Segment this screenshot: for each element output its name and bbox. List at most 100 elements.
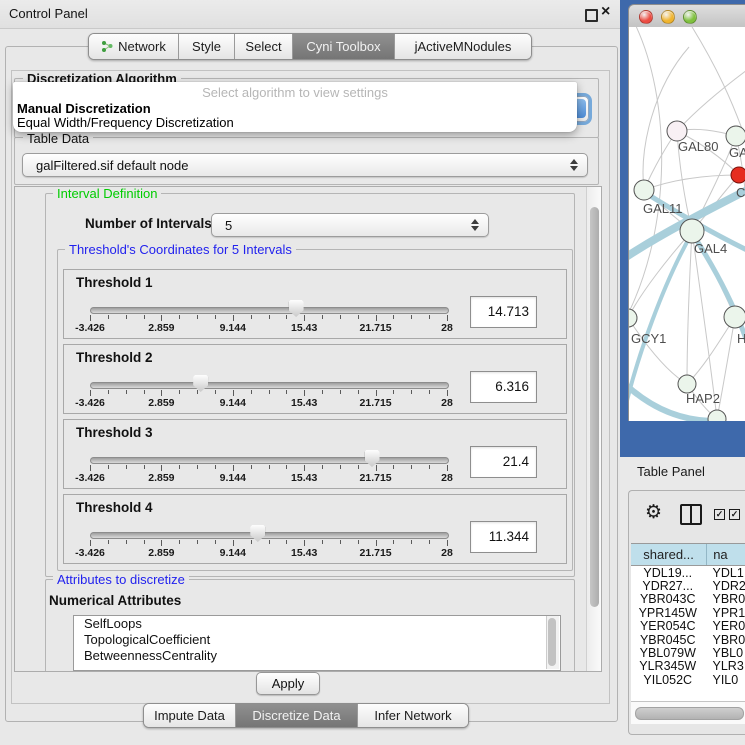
scale-label: 15.43 — [291, 547, 317, 559]
settings-scroll-area: Interval Definition Number of Intervals … — [14, 186, 602, 672]
scale-label: -3.426 — [75, 397, 105, 409]
top-tab-bar: Network Style Select Cyni Toolbox jActiv… — [88, 33, 532, 60]
scale-label: 15.43 — [291, 472, 317, 484]
slider-track[interactable] — [90, 457, 449, 464]
table-hscrollbar-thumb[interactable] — [635, 707, 744, 720]
table-data-combobox[interactable]: galFiltered.sif default node — [22, 153, 588, 177]
node-table: shared... na YDL19...YDL1YDR27...YDR2YBR… — [631, 543, 745, 702]
menu-item-equal-width-frequency[interactable]: Equal Width/Frequency Discretization — [17, 115, 573, 129]
network-node[interactable] — [726, 126, 745, 146]
traffic-lights — [639, 10, 697, 24]
tab-jactivemnodules[interactable]: jActiveMNodules — [395, 34, 531, 59]
slider-scale: -3.426 2.859 9.144 15.43 21.715 28 — [90, 322, 447, 333]
tab-select[interactable]: Select — [235, 34, 293, 59]
threshold-1-panel: Threshold 1 -3.426 2.859 9.144 15.43 21.… — [63, 269, 567, 339]
scale-label: 21.715 — [360, 472, 392, 484]
tab-discretize-data[interactable]: Discretize Data — [236, 704, 358, 727]
minimize-light[interactable] — [661, 10, 675, 24]
tab-network[interactable]: Network — [89, 34, 179, 59]
table-hscrollbar-track[interactable] — [631, 701, 745, 724]
threshold-value-field[interactable]: 21.4 — [470, 446, 537, 478]
scale-label: 2.859 — [148, 322, 174, 334]
network-node[interactable] — [629, 309, 637, 327]
node-label: GAL80 — [678, 139, 718, 154]
tab-label: Impute Data — [154, 708, 225, 723]
algorithm-popup-menu: Select algorithm to view settings Manual… — [13, 82, 577, 132]
column-header-name[interactable]: na — [707, 544, 745, 565]
group-title: Interval Definition — [53, 186, 161, 201]
network-node[interactable] — [667, 121, 687, 141]
list-scrollbar-thumb[interactable] — [548, 618, 556, 666]
close-icon[interactable]: × — [601, 3, 610, 21]
network-node[interactable] — [724, 306, 745, 328]
column-header-shared-name[interactable]: shared... — [631, 544, 707, 565]
control-panel-titlebar: Control Panel × — [0, 0, 620, 29]
tab-label: Select — [245, 39, 281, 54]
scale-label: 2.859 — [148, 547, 174, 559]
slider-track[interactable] — [90, 382, 449, 389]
scale-label: 9.144 — [220, 322, 246, 334]
network-node[interactable] — [731, 167, 745, 183]
node-label: GA — [729, 145, 745, 160]
close-light[interactable] — [639, 10, 653, 24]
tab-infer-network[interactable]: Infer Network — [358, 704, 468, 727]
node-label: C — [736, 185, 745, 200]
threshold-value-field[interactable]: 14.713 — [470, 296, 537, 328]
attribute-item[interactable]: TopologicalCoefficient — [74, 632, 560, 648]
tab-label: Discretize Data — [252, 708, 340, 723]
apply-button[interactable]: Apply — [256, 672, 320, 695]
table-row[interactable]: YER054CYER0 — [631, 620, 745, 633]
table-row[interactable]: YPR145WYPR1 — [631, 606, 745, 619]
scale-label: 28 — [441, 472, 453, 484]
table-row[interactable]: YDL19...YDL1 — [631, 566, 745, 579]
table-row[interactable]: YBR045CYBR0 — [631, 633, 745, 646]
group-title: Attributes to discretize — [53, 572, 189, 587]
float-window-icon[interactable] — [585, 9, 598, 22]
node-label: HAP2 — [686, 391, 720, 406]
tab-label: Network — [118, 39, 166, 54]
scale-label: 21.715 — [360, 322, 392, 334]
attribute-item[interactable]: SelfLoops — [74, 616, 560, 632]
table-row[interactable]: YDR27...YDR2 — [631, 579, 745, 592]
checkbox-icon[interactable]: ✓ — [714, 509, 725, 520]
numerical-attributes-list[interactable]: SelfLoopsTopologicalCoefficientBetweenne… — [73, 615, 561, 671]
network-node[interactable] — [708, 410, 726, 421]
threshold-value-field[interactable]: 11.344 — [470, 521, 537, 553]
tab-impute-data[interactable]: Impute Data — [144, 704, 236, 727]
checkbox-icon[interactable]: ✓ — [729, 509, 740, 520]
network-canvas[interactable]: GAL80GACGAL11GAL4GCY1HHAP2 — [628, 27, 745, 421]
zoom-light[interactable] — [683, 10, 697, 24]
threshold-label: Threshold 3 — [76, 425, 153, 440]
node-label: GCY1 — [631, 331, 666, 346]
slider-track[interactable] — [90, 532, 449, 539]
tab-cyni-toolbox[interactable]: Cyni Toolbox — [293, 34, 395, 59]
table-row[interactable]: YBL079WYBL0 — [631, 646, 745, 659]
table-row[interactable]: YLR345WYLR3 — [631, 660, 745, 673]
tick-row — [90, 315, 447, 322]
number-of-intervals-combobox[interactable]: 5 — [211, 213, 489, 237]
split-column-icon[interactable] — [680, 504, 702, 525]
table-body: YDL19...YDL1YDR27...YDR2YBR043CYBR0YPR14… — [631, 566, 745, 687]
tick-row — [90, 390, 447, 397]
panel-title: Control Panel — [9, 6, 88, 21]
threshold-2-panel: Threshold 2 -3.426 2.859 9.144 15.43 21.… — [63, 344, 567, 414]
threshold-value-field[interactable]: 6.316 — [470, 371, 537, 403]
network-node[interactable] — [634, 180, 654, 200]
settings-scrollbar-thumb[interactable] — [590, 207, 599, 607]
scale-label: 9.144 — [220, 397, 246, 409]
slider-track[interactable] — [90, 307, 449, 314]
table-row[interactable]: YBR043CYBR0 — [631, 593, 745, 606]
tab-style[interactable]: Style — [179, 34, 235, 59]
node-label: GAL11 — [643, 201, 683, 216]
network-node[interactable] — [680, 219, 704, 243]
slider-scale: -3.426 2.859 9.144 15.43 21.715 28 — [90, 472, 447, 483]
scale-label: 21.715 — [360, 547, 392, 559]
table-row[interactable]: YIL052CYIL0 — [631, 673, 745, 686]
tab-label: Infer Network — [374, 708, 451, 723]
settings-gear-icon[interactable]: ⚙ — [645, 501, 662, 523]
attribute-item[interactable]: BetweennessCentrality — [74, 648, 560, 664]
network-window-titlebar[interactable] — [628, 4, 745, 29]
slider-scale: -3.426 2.859 9.144 15.43 21.715 28 — [90, 397, 447, 408]
screen: Control Panel × Network Style Select Cyn… — [0, 0, 745, 745]
menu-item-manual-discretization[interactable]: Manual Discretization — [17, 101, 573, 115]
